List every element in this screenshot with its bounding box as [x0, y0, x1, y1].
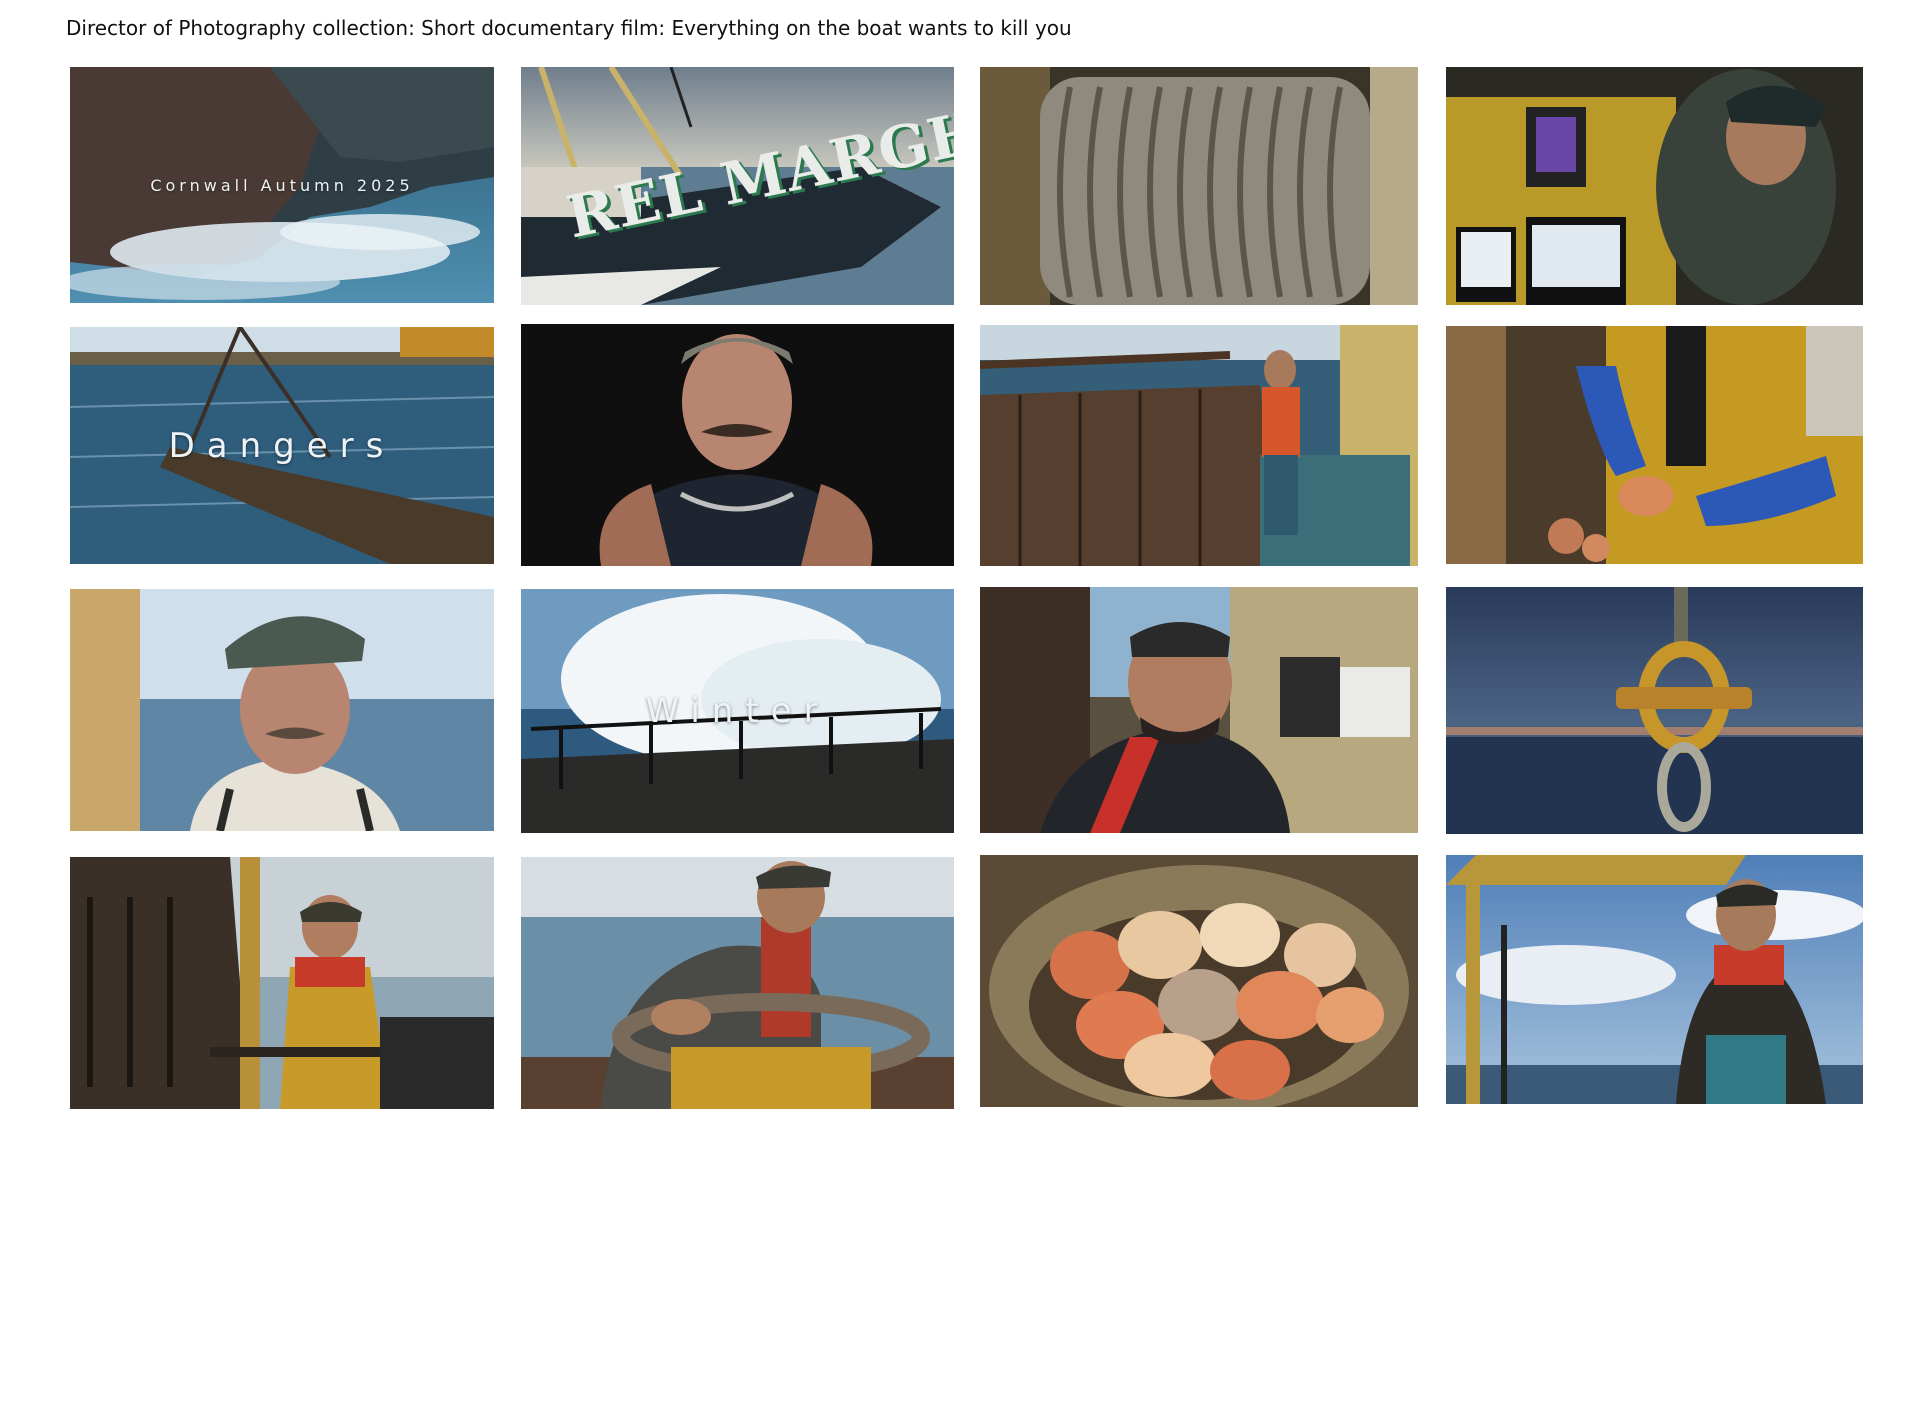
photo-portrait-dark[interactable]	[521, 324, 954, 566]
photo-fisherman-horizon[interactable]	[1446, 855, 1863, 1104]
section-overlay: Winter	[645, 691, 830, 731]
deck-hauling-image	[980, 325, 1418, 566]
scallop-basket-image	[980, 855, 1418, 1107]
hand-wheel-image	[521, 857, 954, 1109]
portrait-cap-image	[70, 589, 494, 831]
photo-dredges-sea[interactable]: Dangers	[70, 327, 494, 564]
photo-cliffs-waves[interactable]: Cornwall Autumn 2025	[70, 67, 494, 303]
fisherman-looking-up-image	[980, 587, 1418, 833]
photo-deck-hauling[interactable]	[980, 325, 1418, 566]
dredge-lever-image	[70, 857, 494, 1109]
title-overlay: Cornwall Autumn 2025	[150, 175, 414, 195]
photo-scallop-basket[interactable]	[980, 855, 1418, 1107]
cable-drum-image	[980, 67, 1418, 305]
wheelhouse-image	[1446, 67, 1863, 305]
photo-gloved-scallops[interactable]	[1446, 326, 1863, 564]
photo-boat-bow[interactable]: REL MARGH	[521, 67, 954, 305]
section-overlay: Dangers	[168, 425, 396, 466]
photo-winter-wave[interactable]: Winter	[521, 589, 954, 833]
page-caption: Director of Photography collection: Shor…	[66, 16, 1072, 40]
photo-portrait-cap[interactable]	[70, 589, 494, 831]
portrait-dark-image	[521, 324, 954, 566]
photo-cable-drum[interactable]	[980, 67, 1418, 305]
photo-shackle[interactable]	[1446, 587, 1863, 834]
gloved-scallops-image	[1446, 326, 1863, 564]
photo-hand-wheel[interactable]	[521, 857, 954, 1109]
photo-dredge-lever[interactable]	[70, 857, 494, 1109]
photo-fisherman-looking-up[interactable]	[980, 587, 1418, 833]
fisherman-horizon-image	[1446, 855, 1863, 1104]
photo-wheelhouse[interactable]	[1446, 67, 1863, 305]
shackle-image	[1446, 587, 1863, 834]
